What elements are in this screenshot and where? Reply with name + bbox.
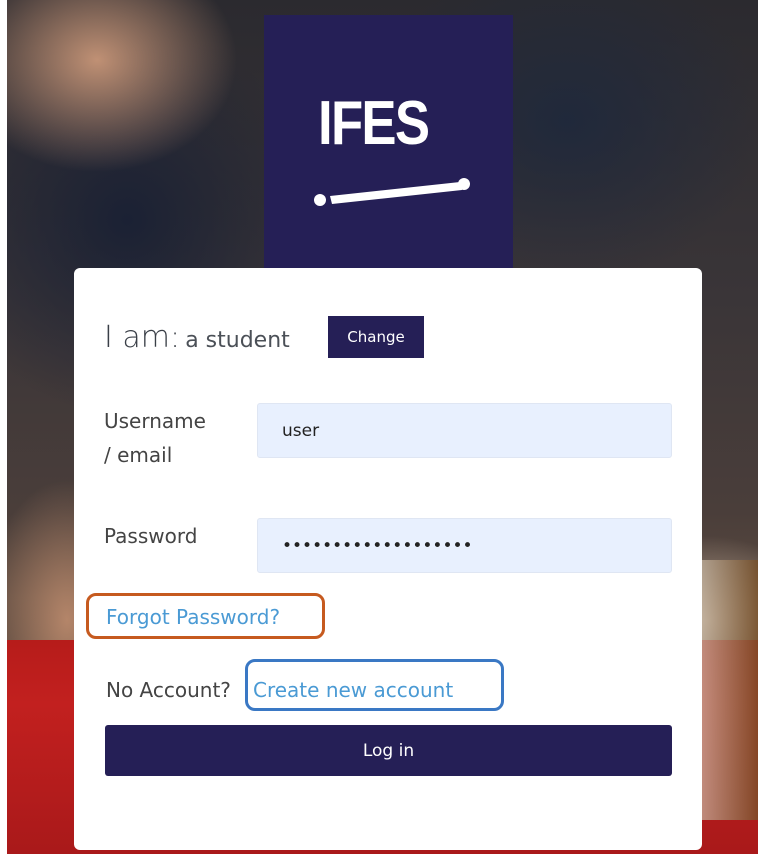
login-button[interactable]: Log in [105,725,672,776]
logo-underline-icon [314,178,470,206]
create-account-link[interactable]: Create new account [253,678,453,702]
username-label: Username / email [104,406,206,470]
username-input[interactable]: user [257,403,672,458]
logo-text: IFES [318,89,430,158]
no-account-text: No Account? [106,678,231,702]
password-label: Password [104,524,198,548]
role-value: a student [185,328,290,353]
password-input[interactable]: ••••••••••••••••••• [257,518,672,573]
username-label-line1: Username [104,409,206,433]
forgot-password-link[interactable]: Forgot Password? [106,605,280,629]
change-role-button[interactable]: Change [328,316,424,358]
role-heading: I am: a student [104,320,290,355]
username-label-line2: / email [104,443,173,467]
role-prefix: I am: [104,320,181,355]
